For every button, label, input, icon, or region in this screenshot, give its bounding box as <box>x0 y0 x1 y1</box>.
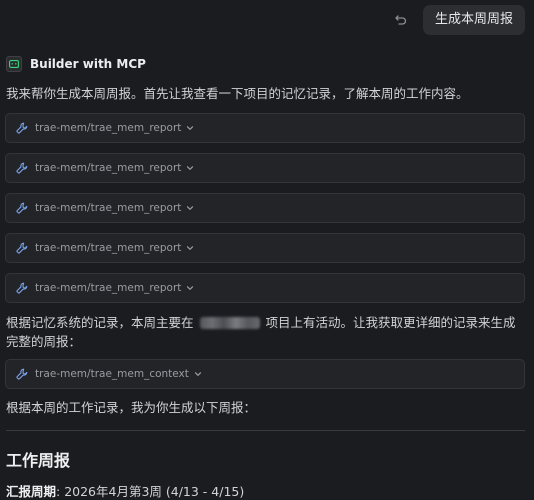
chevron-down-icon <box>186 164 194 172</box>
tool-call-label: trae-mem/trae_mem_report <box>35 162 182 174</box>
redacted-project-name <box>199 317 260 329</box>
activity-text-part1: 根据记忆系统的记录，本周主要在 <box>6 315 194 330</box>
wrench-icon <box>16 122 28 134</box>
divider <box>6 430 525 431</box>
user-message-row: 生成本周周报 <box>393 5 525 35</box>
chevron-down-icon <box>186 244 194 252</box>
agent-bot-icon <box>6 56 22 72</box>
summary-intro-text: 根据本周的工作记录，我为你生成以下周报： <box>6 400 257 415</box>
tool-call-label: trae-mem/trae_mem_report <box>35 122 182 134</box>
tool-call-6[interactable]: trae-mem/trae_mem_context <box>5 359 525 389</box>
intro-text: 我来帮你生成本周周报。首先让我查看一下项目的记忆记录，了解本周的工作内容。 <box>6 86 469 101</box>
tool-call-2[interactable]: trae-mem/trae_mem_report <box>5 153 525 183</box>
tool-call-label: trae-mem/trae_mem_report <box>35 202 182 214</box>
tool-call-5[interactable]: trae-mem/trae_mem_report <box>5 273 525 303</box>
wrench-icon <box>16 242 28 254</box>
agent-name: Builder with MCP <box>30 57 146 71</box>
wrench-icon <box>16 282 28 294</box>
report-period: 汇报周期: 2026年4月第3周 (4/13 - 4/15) <box>6 481 244 500</box>
tool-call-label: trae-mem/trae_mem_report <box>35 242 182 254</box>
report-period-label: 汇报周期 <box>6 484 57 499</box>
wrench-icon <box>16 368 28 380</box>
chevron-down-icon <box>186 284 194 292</box>
user-message-bubble: 生成本周周报 <box>422 5 525 35</box>
chevron-down-icon <box>186 124 194 132</box>
chevron-down-icon <box>194 370 202 378</box>
activity-text: 根据记忆系统的记录，本周主要在 项目上有活动。让我获取更详细的记录来生成完整的周报… <box>6 313 524 351</box>
agent-header: Builder with MCP <box>6 56 146 72</box>
report-title: 工作周报 <box>6 451 71 470</box>
tool-call-3[interactable]: trae-mem/trae_mem_report <box>5 193 525 223</box>
tool-call-label: trae-mem/trae_mem_context <box>35 368 189 380</box>
tool-call-label: trae-mem/trae_mem_report <box>35 282 182 294</box>
report-period-value: : 2026年4月第3周 (4/13 - 4/15) <box>56 484 245 499</box>
undo-icon[interactable] <box>393 12 409 28</box>
tool-call-1[interactable]: trae-mem/trae_mem_report <box>5 113 525 143</box>
wrench-icon <box>16 202 28 214</box>
chevron-down-icon <box>186 204 194 212</box>
wrench-icon <box>16 162 28 174</box>
tool-call-4[interactable]: trae-mem/trae_mem_report <box>5 233 525 263</box>
